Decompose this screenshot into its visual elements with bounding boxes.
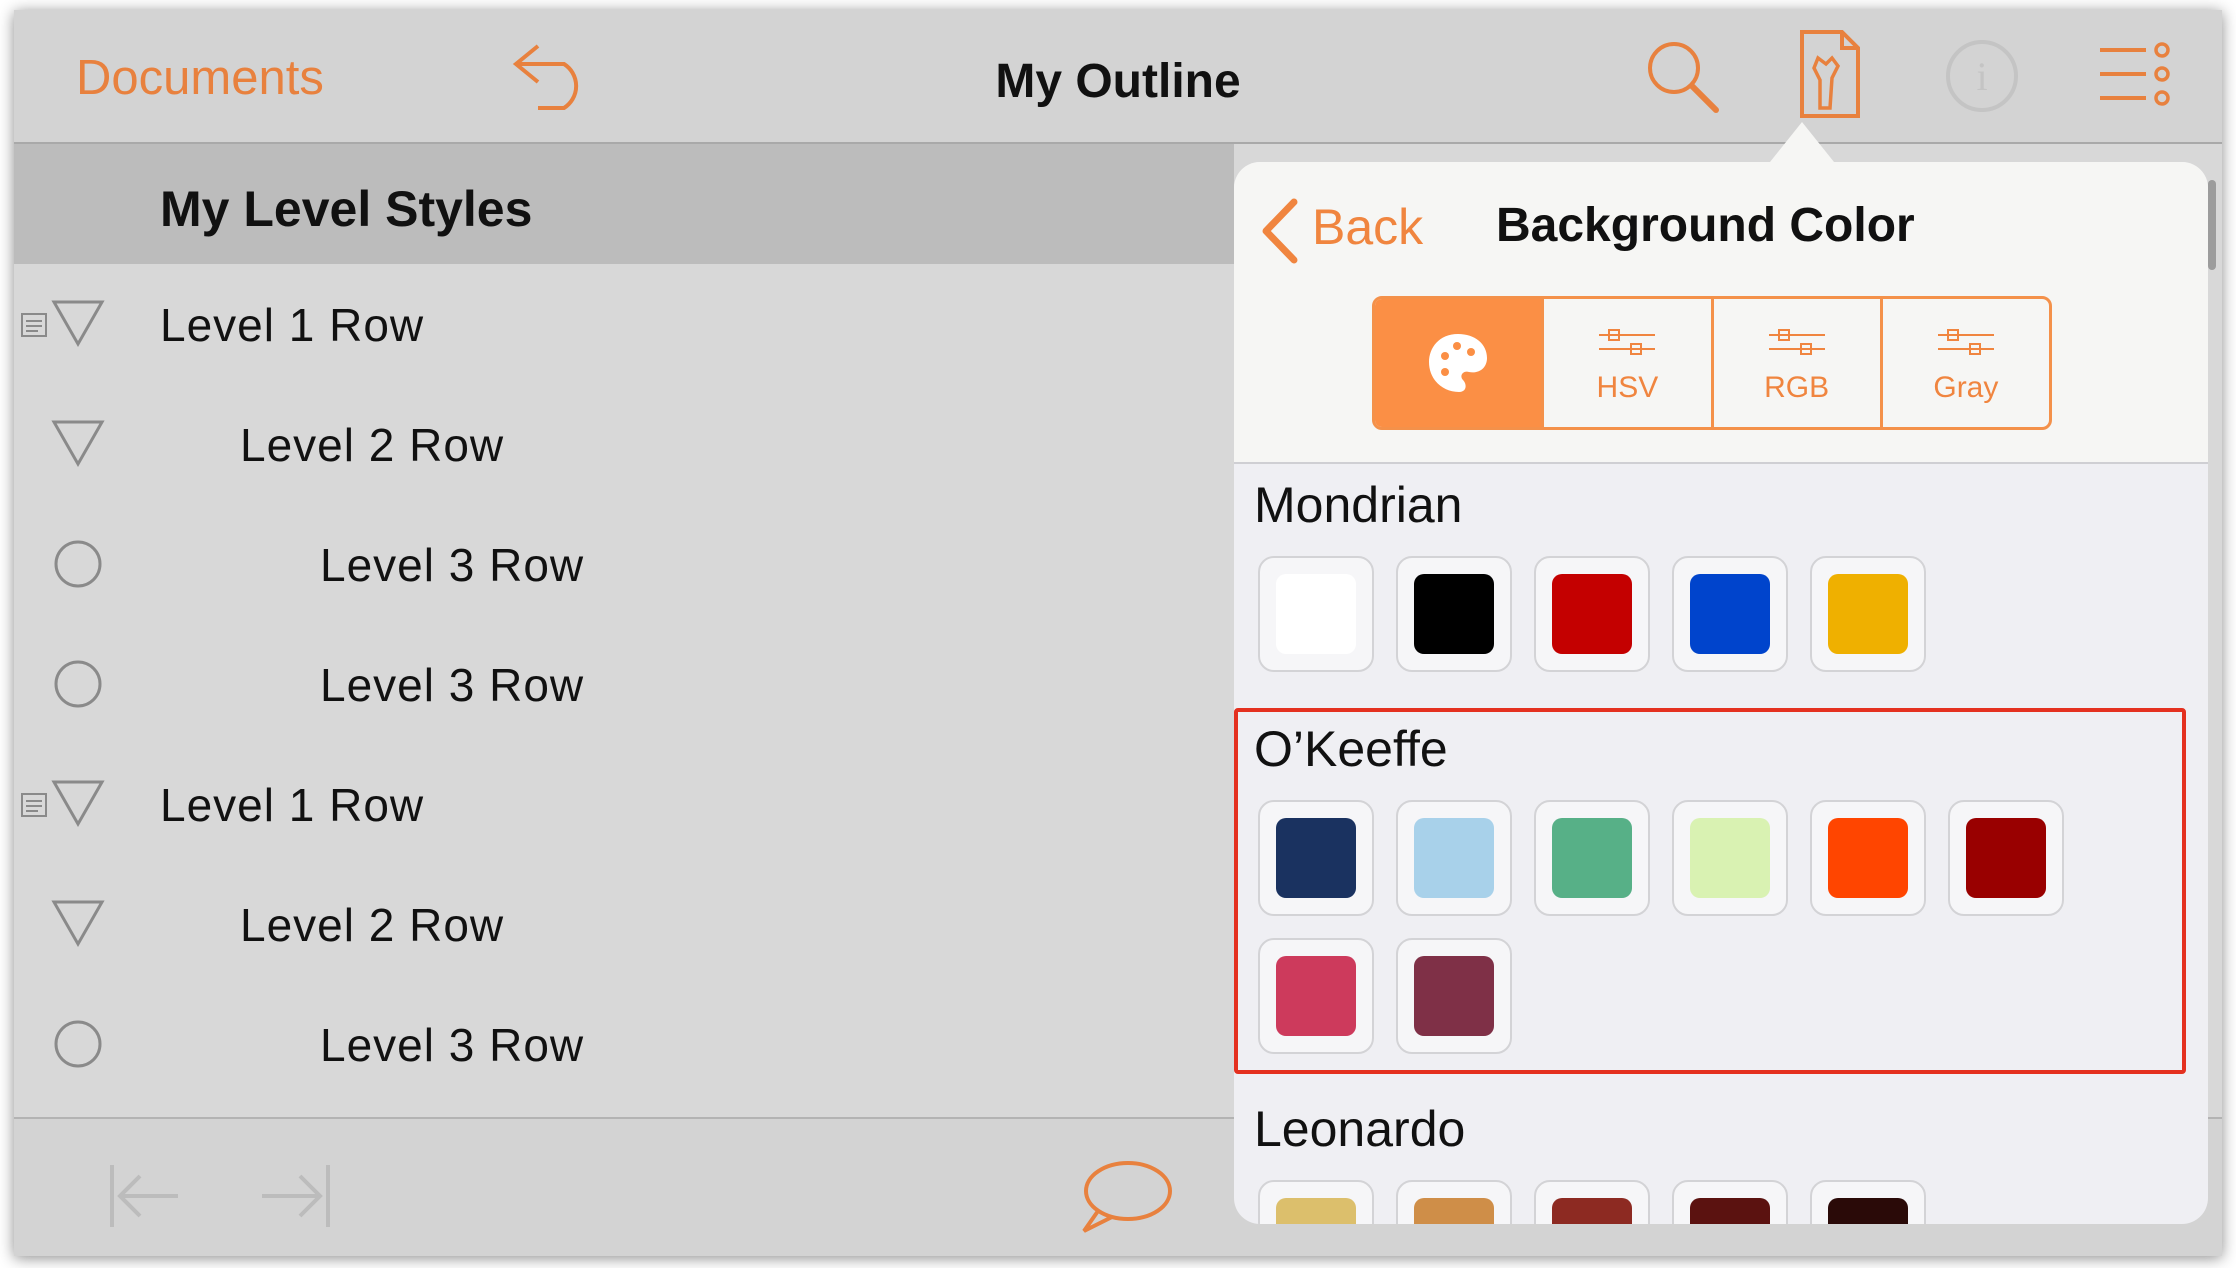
color-swatch[interactable]: [1810, 800, 1926, 916]
color-swatch[interactable]: [1258, 1180, 1374, 1224]
note-icon[interactable]: [20, 792, 50, 820]
row-label[interactable]: Level 1 Row: [160, 778, 424, 832]
row-label[interactable]: Level 3 Row: [320, 538, 584, 592]
color-swatch[interactable]: [1534, 800, 1650, 916]
color-swatch-fill: [1828, 574, 1908, 654]
palette-group-title: Leonardo: [1254, 1101, 1466, 1157]
color-swatch-fill: [1552, 1198, 1632, 1224]
disclosure-triangle-icon[interactable]: [48, 894, 108, 954]
outline-row[interactable]: Level 1 Row: [14, 264, 1234, 384]
scroll-indicator[interactable]: [2208, 180, 2216, 270]
color-swatch-fill: [1690, 1198, 1770, 1224]
segment-label: Gray: [1933, 371, 1999, 404]
note-icon[interactable]: [20, 312, 50, 340]
color-swatch[interactable]: [1396, 556, 1512, 672]
info-icon[interactable]: i: [1944, 38, 2020, 114]
section-header: My Level Styles: [14, 144, 1234, 264]
app-window: Documents My Outline i My Level Styles L…: [14, 10, 2222, 1256]
slider-icon: [1599, 329, 1656, 355]
color-swatch-fill: [1690, 818, 1770, 898]
color-swatch[interactable]: [1396, 800, 1512, 916]
outline-row[interactable]: Level 3 Row: [14, 984, 1234, 1104]
color-swatch-fill: [1414, 818, 1494, 898]
color-swatch[interactable]: [1258, 938, 1374, 1054]
color-swatch[interactable]: [1396, 1180, 1512, 1224]
row-label[interactable]: Level 3 Row: [320, 658, 584, 712]
color-swatch-fill: [1552, 818, 1632, 898]
svg-text:i: i: [1976, 54, 1987, 99]
popover-title: Background Color: [1496, 199, 1915, 252]
row-label[interactable]: Level 1 Row: [160, 298, 424, 352]
outline-row[interactable]: Level 2 Row: [14, 864, 1234, 984]
document-title: My Outline: [995, 55, 1241, 108]
chevron-left-icon: [1262, 198, 1298, 264]
color-swatch[interactable]: [1672, 800, 1788, 916]
section-title: My Level Styles: [160, 181, 533, 237]
segment-label: HSV: [1596, 371, 1659, 404]
color-swatch[interactable]: [1948, 800, 2064, 916]
outline-row[interactable]: Level 2 Row: [14, 384, 1234, 504]
segment-label: RGB: [1764, 371, 1830, 404]
list-icon[interactable]: [2096, 40, 2176, 110]
slider-icon: [1937, 329, 1994, 355]
color-swatch[interactable]: [1258, 800, 1374, 916]
color-swatch[interactable]: [1258, 556, 1374, 672]
row-label[interactable]: Level 3 Row: [320, 1018, 584, 1072]
popover-arrow: [1770, 122, 1834, 162]
color-swatch[interactable]: [1672, 556, 1788, 672]
row-label[interactable]: Level 2 Row: [240, 898, 504, 952]
color-swatch-fill: [1690, 574, 1770, 654]
back-label: Back: [1312, 199, 1424, 255]
background-color-popover: Back Background Color HSV RGB Gray Mondr…: [1234, 162, 2208, 1224]
color-swatch[interactable]: [1534, 1180, 1650, 1224]
disclosure-triangle-icon[interactable]: [48, 294, 108, 354]
row-handle-circle-icon[interactable]: [48, 1014, 108, 1074]
segment-hsv[interactable]: HSV: [1541, 299, 1710, 427]
popover-header: Back Background Color HSV RGB Gray: [1234, 162, 2208, 464]
indent-icon[interactable]: [258, 1161, 338, 1231]
color-swatch-fill: [1414, 574, 1494, 654]
disclosure-triangle-icon[interactable]: [48, 414, 108, 474]
outdent-icon[interactable]: [106, 1161, 186, 1231]
outline-row[interactable]: Level 1 Row: [14, 744, 1234, 864]
palette-group-title: Mondrian: [1254, 477, 1463, 533]
color-swatch-fill: [1276, 818, 1356, 898]
outline-row[interactable]: Level 3 Row: [14, 504, 1234, 624]
color-swatch[interactable]: [1672, 1180, 1788, 1224]
slider-icon: [1768, 329, 1825, 355]
color-swatch-fill: [1828, 818, 1908, 898]
color-swatch-fill: [1828, 1198, 1908, 1224]
segment-rgb[interactable]: RGB: [1710, 299, 1880, 427]
palette-icon: [1429, 334, 1488, 392]
color-swatch-fill: [1414, 956, 1494, 1036]
disclosure-triangle-icon[interactable]: [48, 774, 108, 834]
color-swatch-fill: [1966, 818, 2046, 898]
color-swatch-fill: [1552, 574, 1632, 654]
outline-row[interactable]: Level 3 Row: [14, 624, 1234, 744]
color-swatch-fill: [1276, 956, 1356, 1036]
color-swatch[interactable]: [1396, 938, 1512, 1054]
color-mode-segmented-control: HSV RGB Gray: [1372, 296, 2052, 430]
comment-icon[interactable]: [1074, 1157, 1174, 1237]
color-swatch-fill: [1276, 1198, 1356, 1224]
palette-group-title: O’Keeffe: [1254, 721, 1448, 777]
color-swatch-fill: [1276, 574, 1356, 654]
row-label[interactable]: Level 2 Row: [240, 418, 504, 472]
segment-palette[interactable]: [1375, 299, 1542, 427]
search-icon[interactable]: [1642, 36, 1722, 116]
row-handle-circle-icon[interactable]: [48, 534, 108, 594]
color-swatch-fill: [1414, 1198, 1494, 1224]
row-handle-circle-icon[interactable]: [48, 654, 108, 714]
color-swatch[interactable]: [1810, 1180, 1926, 1224]
segment-gray[interactable]: Gray: [1879, 299, 2049, 427]
navigation-bar: Documents My Outline i: [14, 10, 2222, 144]
inspector-icon[interactable]: [1798, 28, 1862, 120]
color-swatch[interactable]: [1534, 556, 1650, 672]
color-swatch[interactable]: [1810, 556, 1926, 672]
